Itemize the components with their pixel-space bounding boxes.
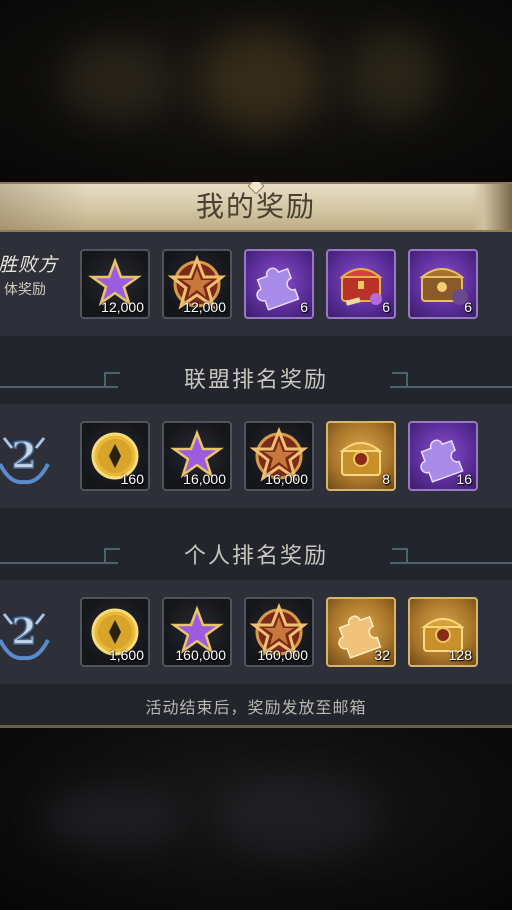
reward-item[interactable]: 16 bbox=[408, 421, 478, 491]
rank-number: 2 bbox=[11, 435, 36, 477]
personal-reward-row: 2 1,600 160,000 160,000 32 128 bbox=[0, 580, 512, 684]
reward-item[interactable]: 6 bbox=[326, 249, 396, 319]
reward-item[interactable]: 6 bbox=[408, 249, 478, 319]
reward-item[interactable]: 12,000 bbox=[80, 249, 150, 319]
blurred-background-bottom bbox=[0, 728, 512, 910]
alliance-rank-label: 2 bbox=[0, 404, 70, 508]
reward-quantity: 12,000 bbox=[101, 299, 144, 315]
reward-item[interactable]: 1,600 bbox=[80, 597, 150, 667]
personal-rank-label: 2 bbox=[0, 580, 70, 684]
rank-number: 2 bbox=[11, 611, 36, 653]
reward-quantity: 6 bbox=[464, 299, 472, 315]
reward-item[interactable]: 12,000 bbox=[162, 249, 232, 319]
reward-quantity: 160 bbox=[120, 471, 144, 487]
reward-item[interactable]: 128 bbox=[408, 597, 478, 667]
team-label-line1: 胜败方 bbox=[0, 254, 59, 276]
reward-item[interactable]: 160 bbox=[80, 421, 150, 491]
silver-rank-badge-icon: 2 bbox=[0, 610, 50, 661]
reward-item[interactable]: 160,000 bbox=[244, 597, 314, 667]
reward-quantity: 16,000 bbox=[183, 471, 226, 487]
reward-quantity: 16 bbox=[456, 471, 472, 487]
reward-quantity: 16,000 bbox=[265, 471, 308, 487]
mail-delivery-notice: 活动结束后，奖励发放至邮箱 bbox=[145, 698, 367, 717]
reward-quantity: 32 bbox=[374, 647, 390, 663]
reward-item[interactable]: 8 bbox=[326, 421, 396, 491]
reward-item[interactable]: 160,000 bbox=[162, 597, 232, 667]
title-bar: 我的奖励 bbox=[0, 182, 512, 232]
reward-quantity: 160,000 bbox=[175, 647, 226, 663]
rewards-panel: 我的奖励 胜败方 体奖励 12,000 12,000 6 6 6 联盟排名奖励 … bbox=[0, 182, 512, 728]
blurred-background-top bbox=[0, 0, 512, 182]
panel-title: 我的奖励 bbox=[195, 190, 316, 223]
alliance-reward-row: 2 160 16,000 16,000 8 16 bbox=[0, 404, 512, 508]
reward-item[interactable]: 6 bbox=[244, 249, 314, 319]
reward-quantity: 6 bbox=[382, 299, 390, 315]
silver-rank-badge-icon: 2 bbox=[0, 434, 50, 485]
reward-item[interactable]: 16,000 bbox=[244, 421, 314, 491]
reward-quantity: 1,600 bbox=[108, 647, 144, 663]
reward-quantity: 128 bbox=[448, 647, 472, 663]
reward-quantity: 160,000 bbox=[257, 647, 308, 663]
reward-item[interactable]: 32 bbox=[326, 597, 396, 667]
reward-quantity: 12,000 bbox=[183, 299, 226, 315]
team-label-line2: 体奖励 bbox=[4, 282, 46, 298]
reward-quantity: 8 bbox=[382, 471, 390, 487]
reward-item[interactable]: 16,000 bbox=[162, 421, 232, 491]
team-reward-label: 胜败方 体奖励 bbox=[0, 232, 70, 336]
team-reward-row: 胜败方 体奖励 12,000 12,000 6 6 6 bbox=[0, 232, 512, 336]
reward-quantity: 6 bbox=[300, 299, 308, 315]
